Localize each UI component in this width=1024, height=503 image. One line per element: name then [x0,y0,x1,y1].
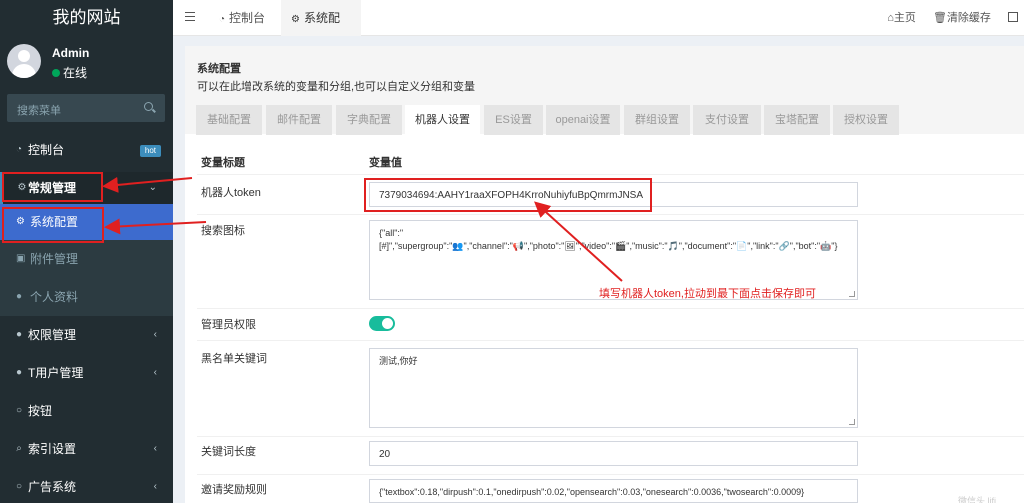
arrow-to-system-config [104,218,207,235]
arrow-to-token [534,201,623,282]
arrow-to-general [102,176,193,193]
annotation-arrows [102,176,623,282]
watermark: 微信头 lifi [958,496,996,503]
